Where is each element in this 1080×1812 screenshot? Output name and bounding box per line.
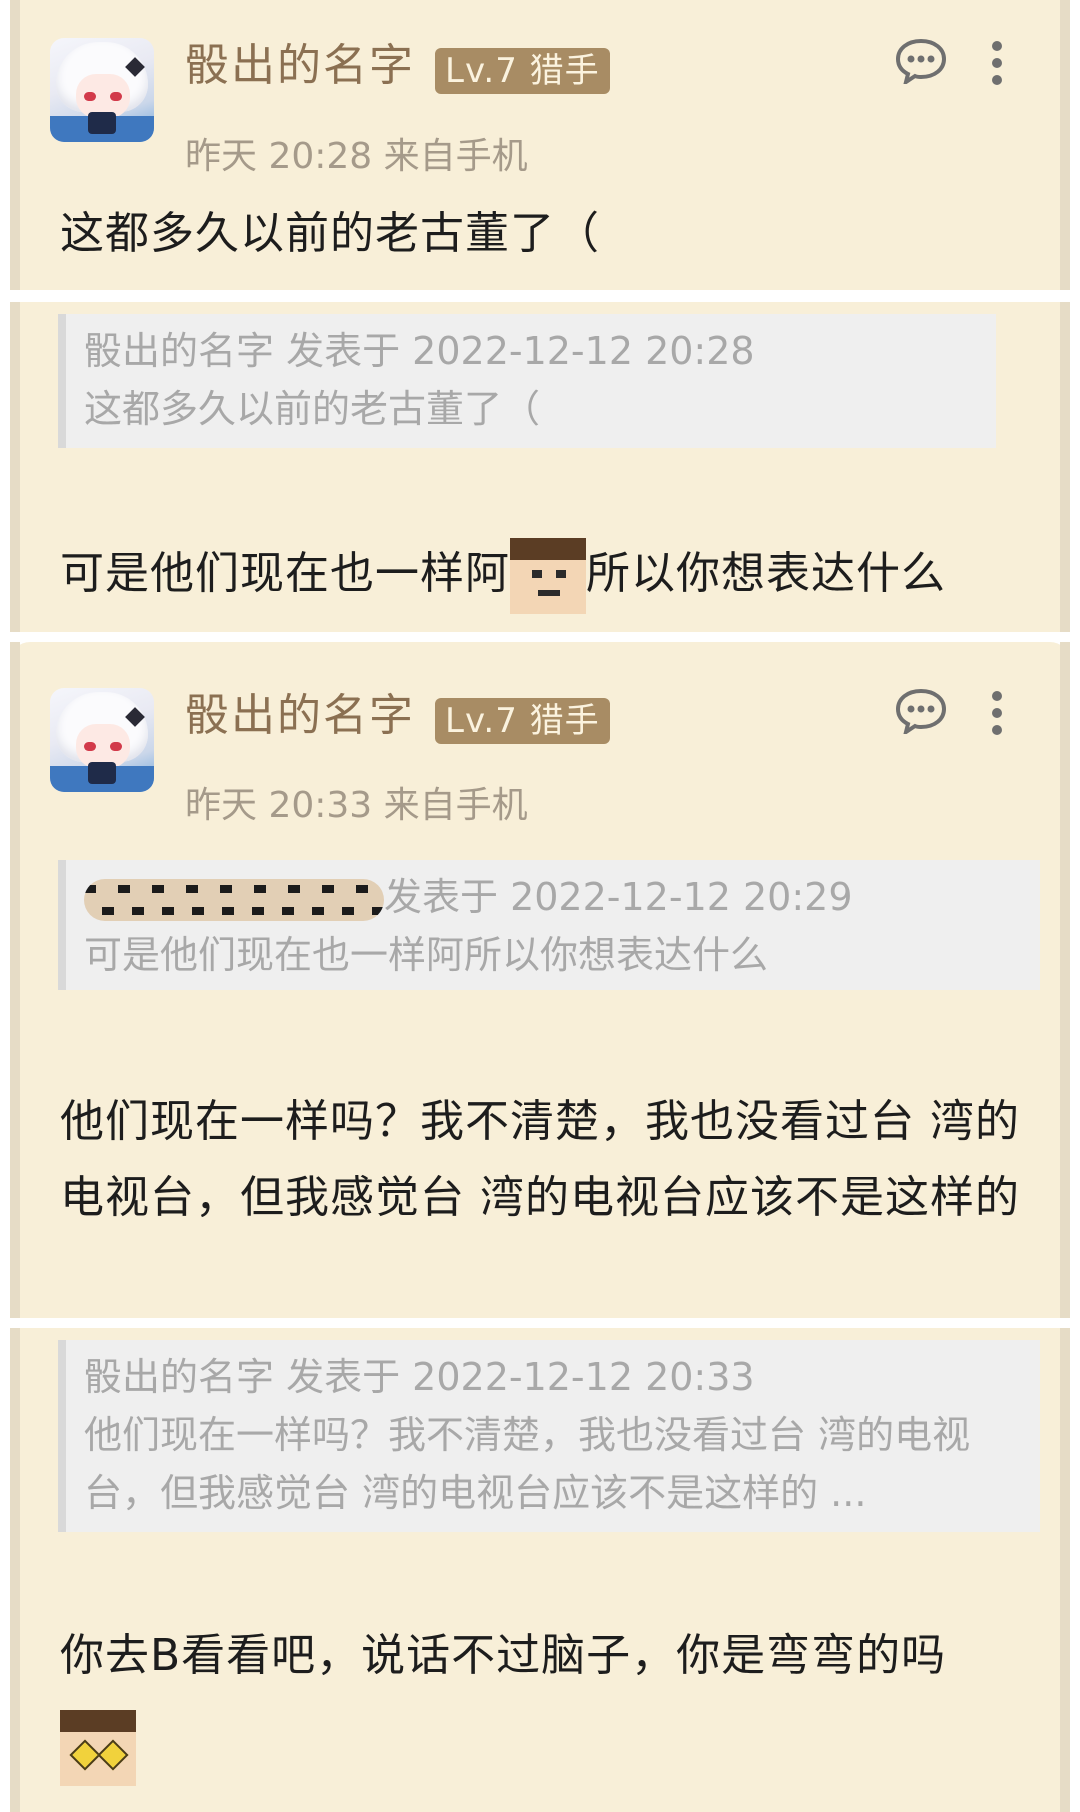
post-text-part: 所以你想表达什么 xyxy=(586,548,946,599)
post-text-part: 可是他们现在也一样阿 xyxy=(60,548,510,599)
pixel-face-emoji xyxy=(510,538,586,614)
post-card: 骰出的名字 发表于 2022-12-12 20:33 他们现在一样吗？我不清楚，… xyxy=(10,1328,1070,1812)
quote-header: 发表于 2022-12-12 20:29 xyxy=(84,868,1022,926)
quote-header: 骰出的名字 发表于 2022-12-12 20:28 xyxy=(84,329,755,373)
quote-block[interactable]: 骰出的名字 发表于 2022-12-12 20:28 这都多久以前的老古董了（ xyxy=(58,314,996,448)
post-card: 骰出的名字 发表于 2022-12-12 20:28 这都多久以前的老古董了（ … xyxy=(10,302,1070,632)
post-meta: 昨天 20:28 来自手机 xyxy=(185,136,528,177)
more-vertical-icon[interactable] xyxy=(990,690,1004,736)
avatar[interactable] xyxy=(50,38,154,142)
quote-block[interactable]: 发表于 2022-12-12 20:29 可是他们现在也一样阿所以你想表达什么 xyxy=(58,860,1040,990)
post-content: 他们现在一样吗？我不清楚，我也没看过台 湾的电视台，但我感觉台 湾的电视台应该不… xyxy=(60,1096,1020,1223)
post-content: 这都多久以前的老古董了（ xyxy=(60,208,600,259)
post-card: 骰出的名字 Lv.7 猎手 昨天 20:33 来自手机 发表于 2022-12-… xyxy=(10,642,1070,1318)
comment-icon[interactable] xyxy=(895,38,947,84)
post-card: 骰出的名字 Lv.7 猎手 昨天 20:28 来自手机 这都多久以前的老古董了（ xyxy=(10,0,1070,290)
censored-username xyxy=(84,878,384,921)
quote-block[interactable]: 骰出的名字 发表于 2022-12-12 20:33 他们现在一样吗？我不清楚，… xyxy=(58,1340,1040,1532)
username[interactable]: 骰出的名字 xyxy=(185,690,415,742)
level-badge: Lv.7 猎手 xyxy=(435,48,610,94)
post-content: 可是他们现在也一样阿 所以你想表达什么 xyxy=(60,536,1030,614)
quote-body: 可是他们现在也一样阿所以你想表达什么 xyxy=(84,933,769,977)
quote-body: 他们现在一样吗？我不清楚，我也没看过台 湾的电视台，但我感觉台 湾的电视台应该不… xyxy=(84,1413,971,1515)
quote-header-suffix: 发表于 2022-12-12 20:29 xyxy=(384,875,853,919)
more-vertical-icon[interactable] xyxy=(990,40,1004,86)
level-badge: Lv.7 猎手 xyxy=(435,698,610,744)
post-content: 你去B看看吧，说话不过脑子，你是弯弯的吗 xyxy=(60,1630,947,1681)
star-eyes-emoji xyxy=(60,1710,136,1786)
post-meta: 昨天 20:33 来自手机 xyxy=(185,785,528,826)
quote-header: 骰出的名字 发表于 2022-12-12 20:33 xyxy=(84,1355,755,1399)
comment-icon[interactable] xyxy=(895,688,947,734)
username[interactable]: 骰出的名字 xyxy=(185,40,415,92)
quote-body: 这都多久以前的老古董了（ xyxy=(84,387,541,431)
avatar[interactable] xyxy=(50,688,154,792)
